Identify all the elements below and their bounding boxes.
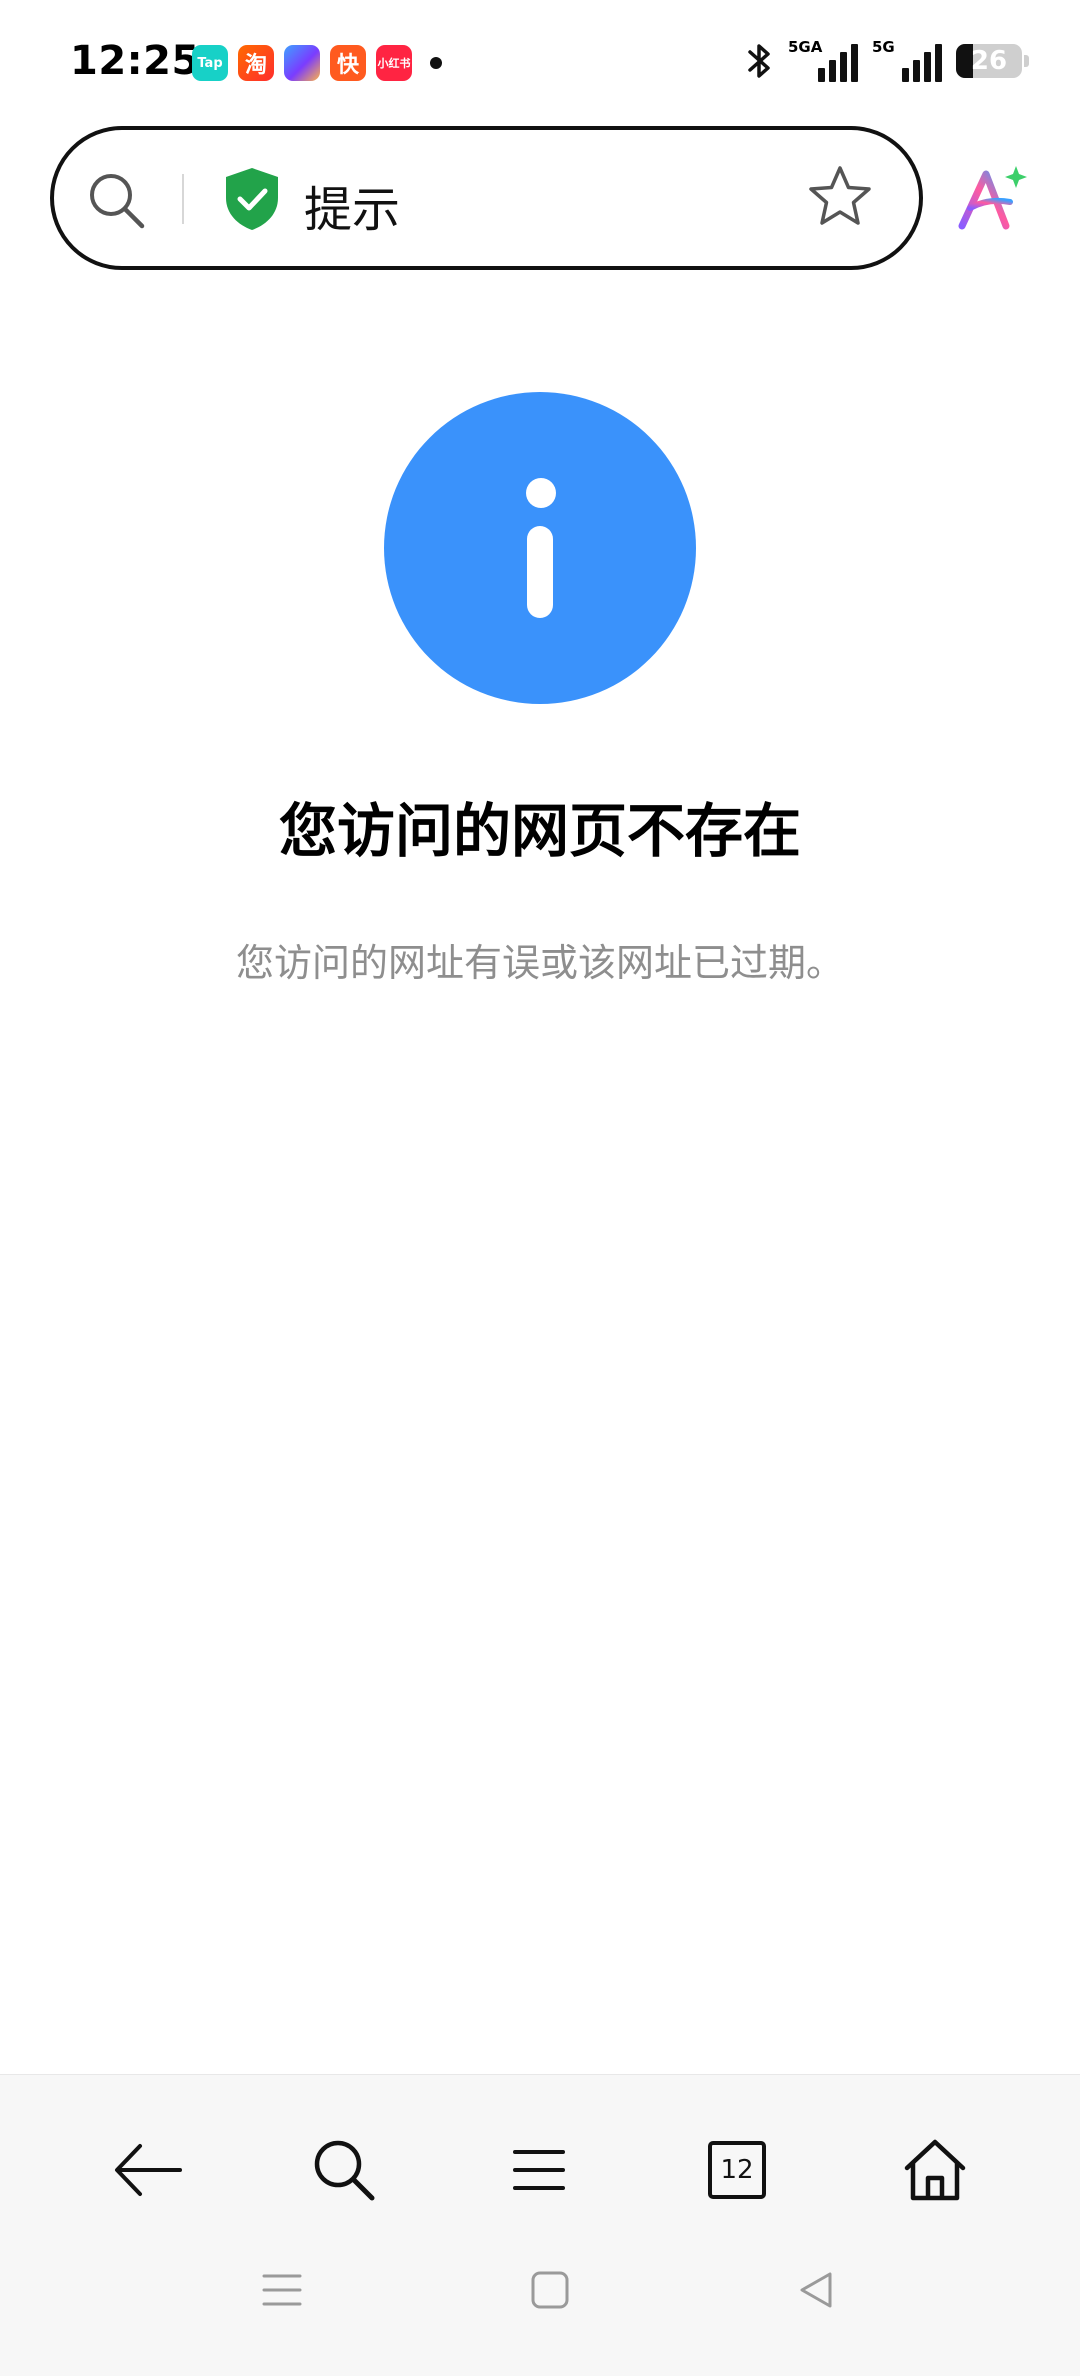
- more-notifications-dot: [430, 57, 442, 69]
- notification-icons: Tap 淘 快 小红书: [192, 45, 442, 81]
- home-button[interactable]: [890, 2125, 980, 2215]
- browser-screen: 12:25 Tap 淘 快 小红书 5GA 5G 26 提示 您访问的网页不存在…: [0, 0, 1080, 2376]
- ai-assistant-icon[interactable]: [956, 162, 1032, 234]
- taobao-app-icon: 淘: [238, 45, 274, 81]
- status-bar: 12:25 Tap 淘 快 小红书 5GA 5G 26: [0, 0, 1080, 120]
- page-title[interactable]: 提示: [304, 170, 400, 240]
- back-arrow-icon: [115, 2144, 182, 2196]
- battery-icon: 26: [956, 44, 1029, 78]
- search-icon: [314, 2140, 375, 2201]
- security-shield-icon[interactable]: [222, 166, 282, 232]
- tap-app-icon: Tap: [192, 45, 228, 81]
- address-bar[interactable]: 提示: [50, 126, 923, 270]
- info-icon: [384, 392, 696, 704]
- system-navigation-bar: [0, 2228, 1080, 2376]
- status-time: 12:25: [70, 38, 200, 84]
- xiaohongshu-app-icon: 小红书: [376, 45, 412, 81]
- address-bar-divider: [182, 174, 184, 224]
- bookmark-star-icon[interactable]: [805, 162, 875, 232]
- status-indicators: 5GA 5G 26: [746, 38, 1029, 82]
- error-title: 您访问的网页不存在: [278, 797, 801, 865]
- search-icon[interactable]: [84, 168, 148, 232]
- square-home-icon: [531, 2271, 569, 2309]
- home-icon: [904, 2139, 966, 2201]
- game-app-icon: [284, 45, 320, 81]
- signal-5g-icon: 5G: [872, 38, 942, 82]
- signal-5ga-icon: 5GA: [788, 38, 858, 82]
- back-button[interactable]: [103, 2125, 193, 2215]
- triangle-back-icon: [800, 2272, 832, 2308]
- bluetooth-icon: [748, 44, 770, 78]
- recent-apps-icon: [262, 2274, 302, 2306]
- tab-count: 12: [708, 2141, 766, 2199]
- error-description: 您访问的网址有误或该网址已过期。: [235, 941, 844, 985]
- menu-icon: [513, 2150, 565, 2190]
- system-home-button[interactable]: [520, 2260, 580, 2320]
- menu-button[interactable]: [494, 2125, 584, 2215]
- kuaishou-app-icon: 快: [330, 45, 366, 81]
- search-button[interactable]: [299, 2125, 389, 2215]
- system-back-button[interactable]: [786, 2260, 846, 2320]
- recent-apps-button[interactable]: [252, 2260, 312, 2320]
- tabs-button[interactable]: 12: [692, 2125, 782, 2215]
